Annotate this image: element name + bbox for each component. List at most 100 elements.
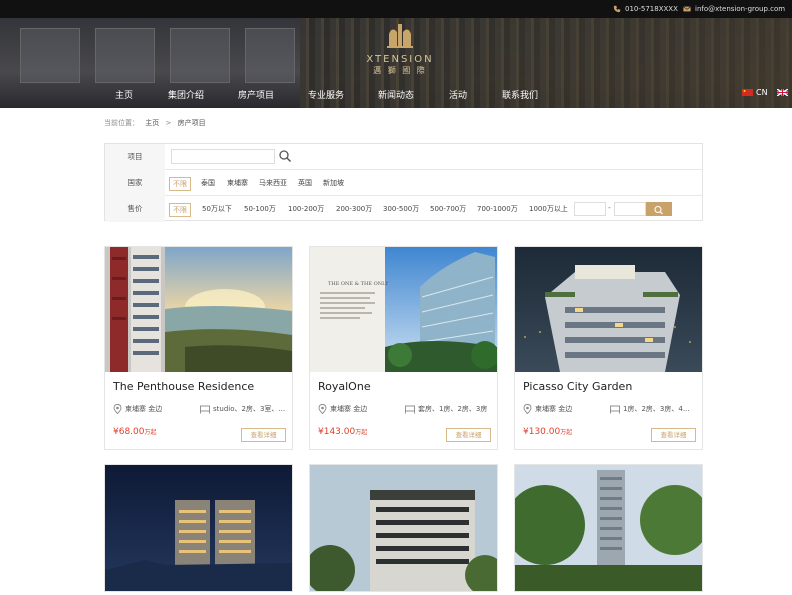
logo-cn: 邁 獅 國 際 (373, 66, 427, 75)
price-option-300-500[interactable]: 300-500万 (380, 203, 422, 215)
view-details-button[interactable]: 查看详细 (446, 428, 491, 442)
mail-icon (683, 6, 691, 12)
project-search-input[interactable] (171, 149, 275, 164)
breadcrumb-current: 房产项目 (177, 119, 206, 127)
phone-text: 010-5718XXXX (625, 5, 678, 13)
price-option-200-300[interactable]: 200-300万 (333, 203, 375, 215)
filter-row-project: 项目 (105, 144, 702, 170)
project-image[interactable] (105, 465, 293, 592)
price-max-input[interactable] (614, 202, 646, 216)
project-rooms: 1房、2房、3房、4... (610, 404, 690, 414)
country-option-malaysia[interactable]: 马来西亚 (256, 177, 290, 189)
location-text: 柬埔寨 金边 (125, 405, 163, 413)
price-value: ¥143.00 (318, 427, 356, 437)
project-location: 柬埔寨 金边 (113, 404, 162, 414)
project-image[interactable]: THE ONE & THE ONLY (310, 247, 497, 372)
nav-item-contact[interactable]: 联系我们 (502, 88, 538, 101)
project-card[interactable] (514, 464, 703, 592)
phone-contact: 010-5718XXXX (613, 5, 678, 13)
country-option-cambodia[interactable]: 柬埔寨 (224, 177, 251, 189)
view-details-button[interactable]: 查看详细 (241, 428, 286, 442)
china-flag-icon (742, 89, 753, 96)
project-location: 柬埔寨 金边 (523, 404, 572, 414)
search-icon[interactable] (278, 149, 292, 163)
phone-icon (613, 5, 621, 13)
location-pin-icon (523, 404, 532, 414)
project-price: ¥143.00万起 (318, 427, 367, 437)
search-icon (654, 205, 663, 215)
location-text: 柬埔寨 金边 (535, 405, 573, 413)
rooms-text: studio、2房、3室、... (213, 405, 286, 413)
price-option-100-200[interactable]: 100-200万 (285, 203, 327, 215)
bed-icon (200, 405, 210, 413)
project-title[interactable]: Picasso City Garden (523, 380, 632, 393)
project-card[interactable] (104, 464, 293, 592)
price-value: ¥130.00 (523, 427, 561, 437)
country-option-uk[interactable]: 英国 (295, 177, 315, 189)
site-logo[interactable]: XTENSION 邁 獅 國 際 (360, 20, 440, 78)
price-range-dash: - (608, 203, 611, 212)
project-card[interactable]: THE ONE & THE ONLY RoyalOne 柬埔寨 金边 套房、1房… (309, 246, 498, 450)
filter-label-project: 项目 (105, 144, 165, 170)
rooms-text: 1房、2房、3房、4... (623, 405, 690, 413)
bed-icon (610, 405, 620, 413)
logo-name: XTENSION (366, 54, 434, 65)
bed-icon (405, 405, 415, 413)
nav-item-news[interactable]: 新闻动态 (378, 88, 414, 101)
email-contact[interactable]: info@xtension-group.com (683, 5, 785, 13)
nav-item-services[interactable]: 专业服务 (308, 88, 344, 101)
project-card[interactable]: Picasso City Garden 柬埔寨 金边 1房、2房、3房、4...… (514, 246, 703, 450)
filter-row-price: 售价 不限 50万以下 50-100万 100-200万 200-300万 30… (105, 196, 702, 222)
nav-item-about[interactable]: 集团介绍 (168, 88, 204, 101)
filter-row-country: 国家 不限 泰国 柬埔寨 马来西亚 英国 新加坡 (105, 170, 702, 196)
email-text: info@xtension-group.com (695, 5, 786, 13)
price-min-input[interactable] (574, 202, 606, 216)
location-text: 柬埔寨 金边 (330, 405, 368, 413)
project-rooms: 套房、1房、2房、3房 (405, 404, 487, 414)
price-option-50-100[interactable]: 50-100万 (241, 203, 279, 215)
lion-crest-icon (387, 24, 413, 48)
location-pin-icon (113, 404, 122, 414)
project-title[interactable]: RoyalOne (318, 380, 371, 393)
country-option-thailand[interactable]: 泰国 (198, 177, 218, 189)
project-image[interactable] (515, 247, 702, 372)
project-price: ¥68.00万起 (113, 427, 157, 437)
price-option-500-700[interactable]: 500-700万 (427, 203, 469, 215)
price-option-any[interactable]: 不限 (169, 203, 191, 217)
breadcrumb-prefix: 当前位置： (104, 119, 139, 127)
nav-item-events[interactable]: 活动 (449, 88, 467, 101)
view-details-button[interactable]: 查看详细 (651, 428, 696, 442)
breadcrumb-home[interactable]: 主页 (145, 119, 159, 127)
language-switcher[interactable]: CN (742, 88, 788, 97)
project-title[interactable]: The Penthouse Residence (113, 380, 254, 393)
project-rooms: studio、2房、3室、... (200, 404, 285, 414)
rooms-text: 套房、1房、2房、3房 (418, 405, 488, 413)
filter-label-price: 售价 (105, 196, 165, 222)
nav-item-home[interactable]: 主页 (115, 88, 133, 101)
project-image[interactable] (310, 465, 498, 592)
nav-item-projects[interactable]: 房产项目 (238, 88, 274, 101)
price-option-700-1000[interactable]: 700-1000万 (474, 203, 521, 215)
breadcrumb: 当前位置： 主页 > 房产项目 (104, 118, 210, 128)
project-card[interactable]: The Penthouse Residence 柬埔寨 金边 studio、2房… (104, 246, 293, 450)
filter-label-country: 国家 (105, 170, 165, 196)
brochure-heading: THE ONE & THE ONLY (328, 281, 389, 287)
price-value: ¥68.00 (113, 427, 145, 437)
country-option-singapore[interactable]: 新加坡 (320, 177, 347, 189)
project-card[interactable] (309, 464, 498, 592)
price-unit: 万起 (355, 429, 368, 436)
main-nav: 主页 集团介绍 房产项目 专业服务 新闻动态 活动 联系我们 (0, 88, 792, 108)
price-unit: 万起 (144, 429, 157, 436)
lang-cn-label: CN (756, 88, 768, 97)
country-option-any[interactable]: 不限 (169, 177, 191, 191)
project-image[interactable] (105, 247, 292, 372)
project-price: ¥130.00万起 (523, 427, 572, 437)
uk-flag-icon[interactable] (776, 89, 788, 96)
project-image[interactable] (515, 465, 703, 592)
filter-panel: 项目 国家 不限 泰国 柬埔寨 马来西亚 英国 新加坡 售价 不限 50万以下 … (104, 143, 703, 222)
price-search-button[interactable] (646, 202, 672, 216)
location-pin-icon (318, 404, 327, 414)
price-option-under-50[interactable]: 50万以下 (199, 203, 235, 215)
price-unit: 万起 (560, 429, 573, 436)
price-option-over-1000[interactable]: 1000万以上 (526, 203, 571, 215)
